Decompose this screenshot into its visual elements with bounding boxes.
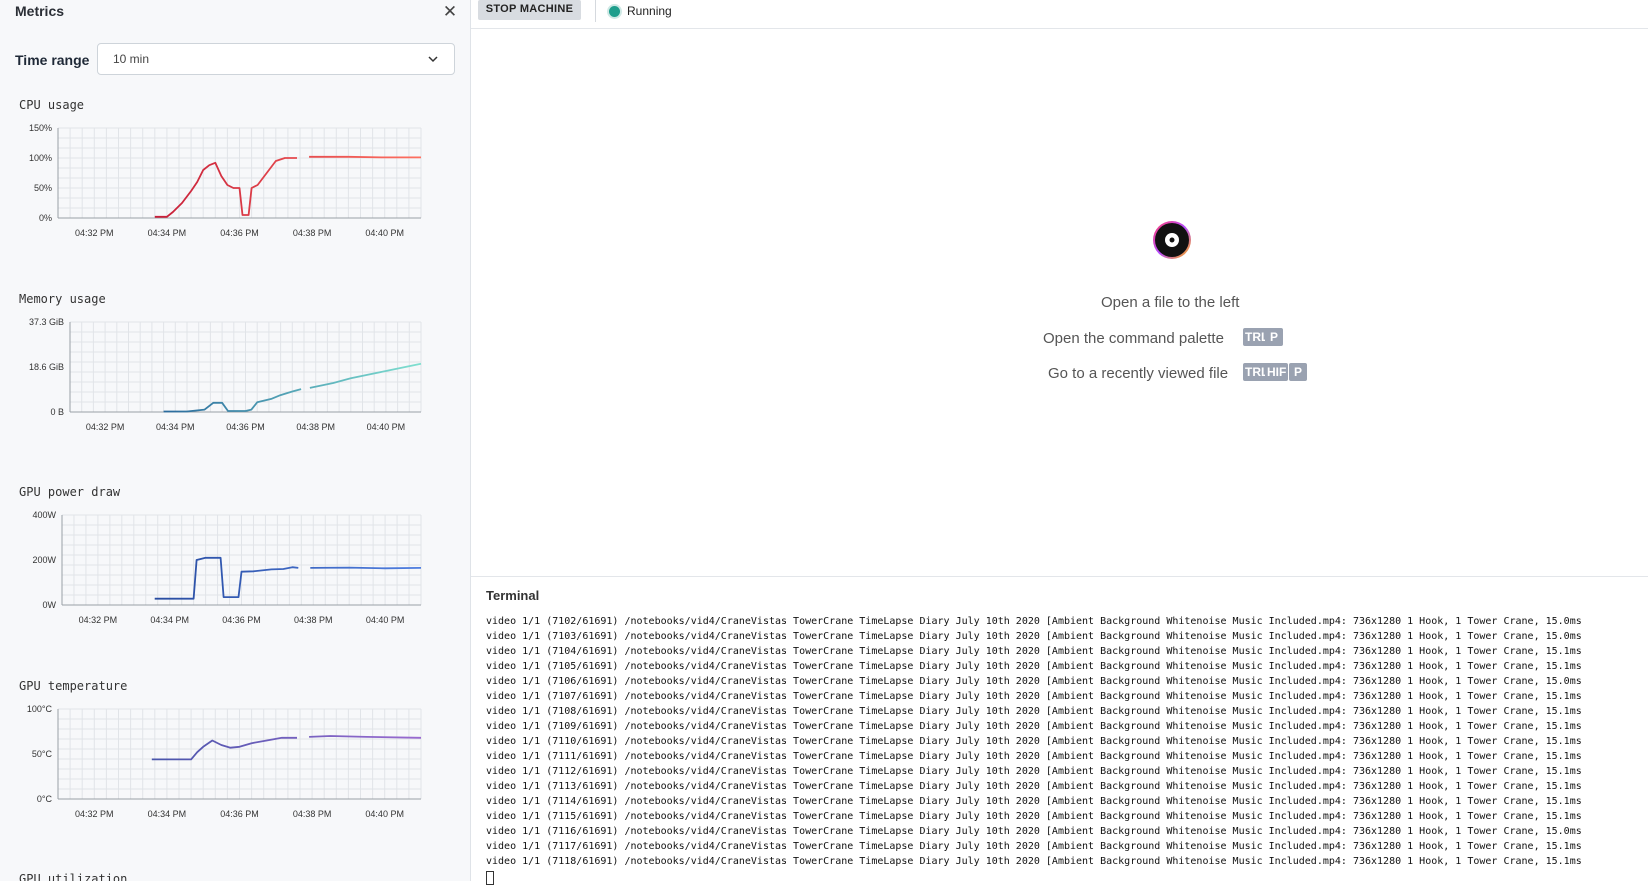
x-tick-label: 04:32 PM — [75, 228, 114, 238]
machine-status: Running — [627, 4, 672, 18]
machine-toolbar: STOP MACHINE Running — [471, 0, 1648, 29]
x-tick-label: 04:34 PM — [148, 809, 187, 819]
terminal-line: video 1/1 (7112/61691) /notebooks/vid4/C… — [486, 766, 1582, 777]
x-tick-label: 04:38 PM — [293, 228, 332, 238]
terminal-output[interactable]: video 1/1 (7102/61691) /notebooks/vid4/C… — [486, 614, 1636, 885]
terminal-line: video 1/1 (7114/61691) /notebooks/vid4/C… — [486, 796, 1582, 807]
terminal-line: video 1/1 (7111/61691) /notebooks/vid4/C… — [486, 751, 1582, 762]
terminal-line: video 1/1 (7118/61691) /notebooks/vid4/C… — [486, 856, 1582, 867]
y-tick-label: 0W — [43, 600, 57, 610]
y-tick-label: 50°C — [32, 749, 53, 759]
y-tick-label: 0% — [39, 213, 52, 223]
open-file-hint: Open a file to the left — [1101, 294, 1240, 311]
terminal-panel[interactable]: Terminal video 1/1 (7102/61691) /noteboo… — [471, 576, 1648, 885]
chart-title-gpu-temp: GPU temperature — [19, 679, 128, 693]
chart-grid — [69, 321, 422, 413]
x-tick-label: 04:40 PM — [367, 422, 406, 432]
terminal-line: video 1/1 (7105/61691) /notebooks/vid4/C… — [486, 661, 1582, 672]
y-tick-label: 100% — [29, 153, 52, 163]
command-palette-hint: Open the command palette — [1043, 330, 1224, 347]
terminal-line: video 1/1 (7108/61691) /notebooks/vid4/C… — [486, 706, 1582, 717]
x-tick-label: 04:38 PM — [296, 422, 335, 432]
panel-title: Metrics — [15, 3, 65, 19]
x-tick-label: 04:36 PM — [220, 228, 259, 238]
terminal-cursor — [486, 871, 494, 885]
gpu-temperature-chart: 100°C 50°C 0°C 04:32 PM 04:34 PM 04:36 PM 04:3… — [27, 704, 422, 819]
welcome-pane: Open a file to the left Open the command… — [471, 29, 1648, 576]
terminal-line: video 1/1 (7117/61691) /notebooks/vid4/C… — [486, 841, 1582, 852]
terminal-title: Terminal — [486, 588, 540, 603]
cpu-usage-chart: 150% 100% 50% 0% 04:32 PM 04:34 PM 04:36 PM 04:… — [29, 123, 422, 238]
chart-title-memory: Memory usage — [19, 292, 106, 306]
x-tick-label: 04:34 PM — [150, 615, 189, 625]
kbd-shift: HIF — [1265, 363, 1289, 381]
kbd-p: P — [1265, 328, 1283, 346]
x-tick-label: 04:36 PM — [220, 809, 259, 819]
terminal-line: video 1/1 (7102/61691) /notebooks/vid4/C… — [486, 616, 1582, 627]
stop-machine-button[interactable]: STOP MACHINE — [478, 0, 581, 20]
y-tick-label: 50% — [34, 183, 52, 193]
kbd-p-2: P — [1289, 363, 1307, 381]
y-tick-label: 150% — [29, 123, 52, 133]
x-tick-label: 04:40 PM — [365, 228, 404, 238]
recent-file-hint: Go to a recently viewed file — [1048, 365, 1229, 382]
chart-title-gpu-util: GPU utilization — [19, 872, 128, 881]
x-tick-label: 04:34 PM — [148, 228, 187, 238]
time-range-value: 10 min — [113, 52, 150, 66]
app-logo-icon — [1153, 221, 1191, 259]
x-tick-label: 04:36 PM — [226, 422, 265, 432]
terminal-line: video 1/1 (7106/61691) /notebooks/vid4/C… — [486, 676, 1582, 687]
x-tick-label: 04:40 PM — [366, 615, 405, 625]
y-tick-label: 400W — [32, 510, 56, 520]
series-line — [151, 735, 422, 761]
gpu-power-chart: 400W 200W 0W 04:32 PM 04:34 PM 04:36 PM 04:38 … — [32, 510, 422, 625]
y-tick-label: 0°C — [37, 794, 53, 804]
x-tick-label: 04:34 PM — [156, 422, 195, 432]
x-tick-label: 04:32 PM — [86, 422, 125, 432]
chart-title-gpu-power: GPU power draw — [19, 485, 121, 499]
y-tick-label: 100°C — [27, 704, 53, 714]
chevron-down-icon — [428, 56, 438, 63]
chart-grid — [57, 127, 422, 219]
terminal-line: video 1/1 (7115/61691) /notebooks/vid4/C… — [486, 811, 1582, 822]
terminal-line: video 1/1 (7107/61691) /notebooks/vid4/C… — [486, 691, 1582, 702]
x-tick-label: 04:32 PM — [75, 809, 114, 819]
terminal-line: video 1/1 (7103/61691) /notebooks/vid4/C… — [486, 631, 1582, 642]
x-tick-label: 04:38 PM — [293, 809, 332, 819]
memory-usage-chart: 37.3 GiB 18.6 GiB 0 B 04:32 PM 04:34 PM 04:36… — [29, 317, 422, 432]
status-indicator-icon — [609, 6, 620, 17]
close-icon[interactable]: ✕ — [441, 2, 459, 22]
terminal-line: video 1/1 (7104/61691) /notebooks/vid4/C… — [486, 646, 1582, 657]
terminal-line: video 1/1 (7113/61691) /notebooks/vid4/C… — [486, 781, 1582, 792]
x-tick-label: 04:38 PM — [294, 615, 333, 625]
toolbar-divider — [595, 0, 596, 22]
terminal-line: video 1/1 (7116/61691) /notebooks/vid4/C… — [486, 826, 1582, 837]
y-tick-label: 37.3 GiB — [29, 317, 64, 327]
x-tick-label: 04:40 PM — [365, 809, 404, 819]
x-tick-label: 04:32 PM — [79, 615, 118, 625]
y-tick-label: 18.6 GiB — [29, 362, 64, 372]
series-line — [154, 556, 422, 600]
chart-title-cpu: CPU usage — [19, 98, 85, 112]
metrics-panel: Metrics ✕ Time range 10 min CPU usage 15… — [0, 0, 471, 881]
y-tick-label: 0 B — [50, 407, 64, 417]
chart-grid — [61, 514, 422, 606]
y-tick-label: 200W — [32, 555, 56, 565]
terminal-line: video 1/1 (7110/61691) /notebooks/vid4/C… — [486, 736, 1582, 747]
x-tick-label: 04:36 PM — [222, 615, 261, 625]
time-range-select[interactable]: 10 min — [97, 43, 455, 75]
terminal-line: video 1/1 (7109/61691) /notebooks/vid4/C… — [486, 721, 1582, 732]
chart-grid — [57, 708, 422, 800]
time-range-label: Time range — [15, 52, 90, 68]
